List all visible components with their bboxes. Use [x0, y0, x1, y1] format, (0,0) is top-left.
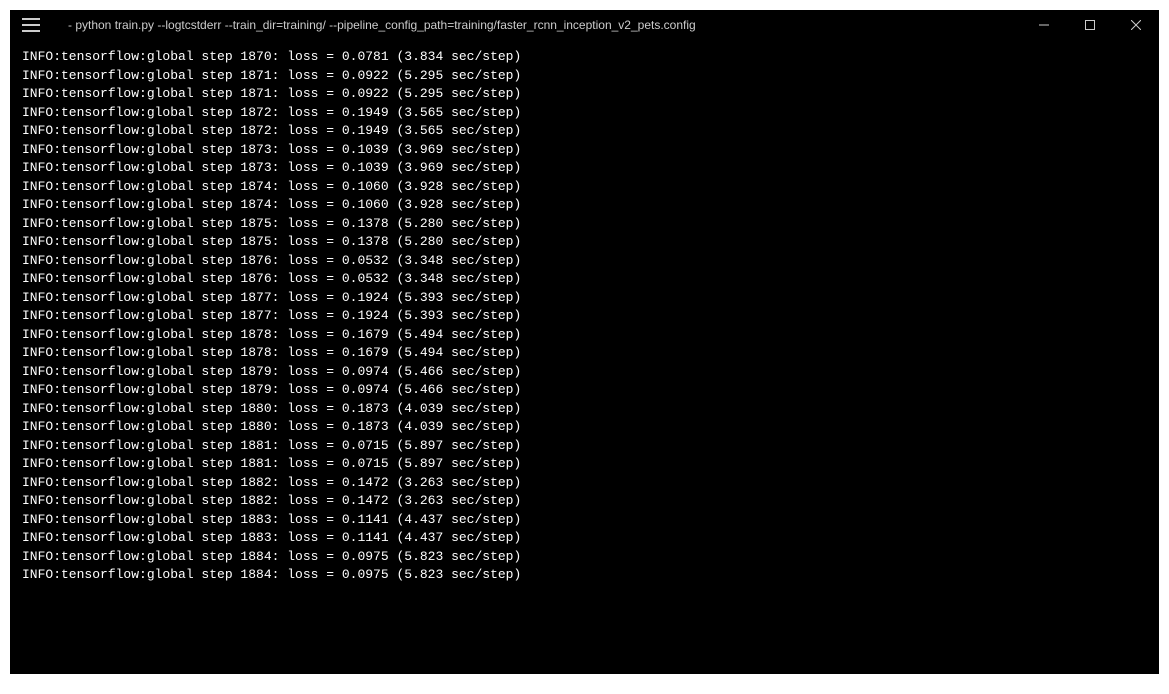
minimize-button[interactable] [1021, 10, 1067, 40]
titlebar: - python train.py --logtcstderr --train_… [10, 10, 1159, 40]
log-line: INFO:tensorflow:global step 1880: loss =… [22, 400, 1147, 419]
log-line: INFO:tensorflow:global step 1878: loss =… [22, 344, 1147, 363]
close-button[interactable] [1113, 10, 1159, 40]
log-line: INFO:tensorflow:global step 1882: loss =… [22, 492, 1147, 511]
maximize-button[interactable] [1067, 10, 1113, 40]
log-line: INFO:tensorflow:global step 1870: loss =… [22, 48, 1147, 67]
log-line: INFO:tensorflow:global step 1872: loss =… [22, 104, 1147, 123]
log-line: INFO:tensorflow:global step 1871: loss =… [22, 85, 1147, 104]
log-line: INFO:tensorflow:global step 1878: loss =… [22, 326, 1147, 345]
log-line: INFO:tensorflow:global step 1872: loss =… [22, 122, 1147, 141]
log-line: INFO:tensorflow:global step 1883: loss =… [22, 529, 1147, 548]
log-line: INFO:tensorflow:global step 1873: loss =… [22, 141, 1147, 160]
log-line: INFO:tensorflow:global step 1881: loss =… [22, 437, 1147, 456]
log-line: INFO:tensorflow:global step 1877: loss =… [22, 289, 1147, 308]
log-line: INFO:tensorflow:global step 1879: loss =… [22, 381, 1147, 400]
log-line: INFO:tensorflow:global step 1875: loss =… [22, 215, 1147, 234]
log-line: INFO:tensorflow:global step 1873: loss =… [22, 159, 1147, 178]
log-line: INFO:tensorflow:global step 1884: loss =… [22, 566, 1147, 585]
terminal-output[interactable]: INFO:tensorflow:global step 1870: loss =… [10, 40, 1159, 597]
log-line: INFO:tensorflow:global step 1877: loss =… [22, 307, 1147, 326]
hamburger-menu-icon[interactable] [22, 18, 40, 32]
log-line: INFO:tensorflow:global step 1876: loss =… [22, 252, 1147, 271]
log-line: INFO:tensorflow:global step 1871: loss =… [22, 67, 1147, 86]
terminal-window: - python train.py --logtcstderr --train_… [10, 10, 1159, 674]
log-line: INFO:tensorflow:global step 1883: loss =… [22, 511, 1147, 530]
log-line: INFO:tensorflow:global step 1880: loss =… [22, 418, 1147, 437]
window-title: - python train.py --logtcstderr --train_… [68, 18, 1021, 32]
maximize-icon [1085, 20, 1095, 30]
log-line: INFO:tensorflow:global step 1874: loss =… [22, 196, 1147, 215]
log-line: INFO:tensorflow:global step 1879: loss =… [22, 363, 1147, 382]
close-icon [1131, 20, 1141, 30]
window-controls [1021, 10, 1159, 40]
minimize-icon [1039, 20, 1049, 30]
log-line: INFO:tensorflow:global step 1876: loss =… [22, 270, 1147, 289]
log-line: INFO:tensorflow:global step 1882: loss =… [22, 474, 1147, 493]
log-line: INFO:tensorflow:global step 1884: loss =… [22, 548, 1147, 567]
log-line: INFO:tensorflow:global step 1875: loss =… [22, 233, 1147, 252]
log-line: INFO:tensorflow:global step 1874: loss =… [22, 178, 1147, 197]
log-line: INFO:tensorflow:global step 1881: loss =… [22, 455, 1147, 474]
